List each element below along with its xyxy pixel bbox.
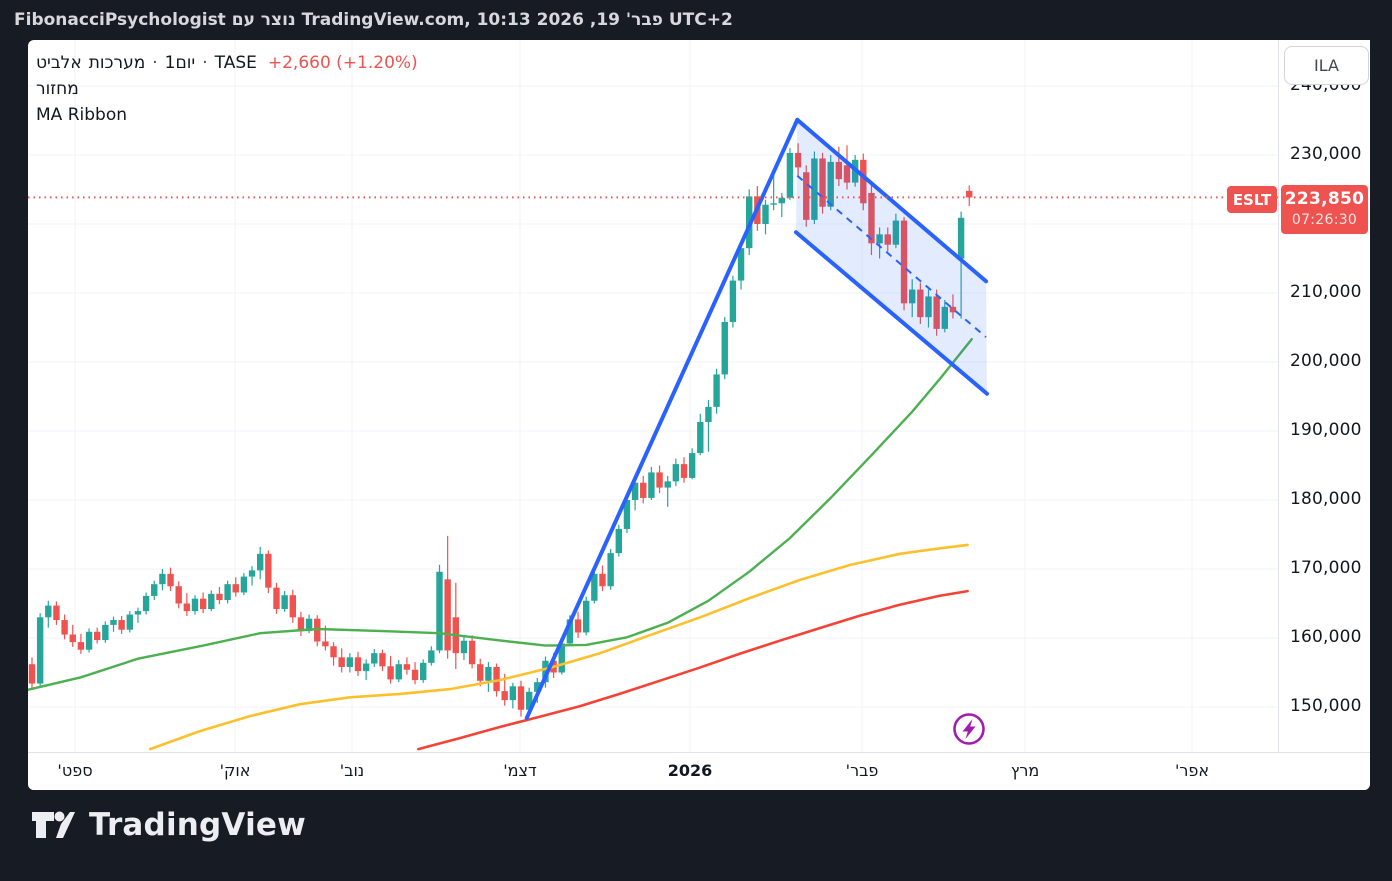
legend-separator: · — [202, 53, 208, 73]
price-axis-label: 200,000 — [1290, 351, 1362, 371]
ma-ribbon-lines[interactable] — [28, 338, 973, 751]
ma-line-slow_red — [416, 589, 969, 751]
interval-label: 1יום — [164, 53, 196, 73]
ma-line-fast_green — [28, 338, 973, 691]
price-axis-label: 150,000 — [1290, 696, 1362, 716]
price-axis-label: 190,000 — [1290, 420, 1362, 440]
price-axis-label: 170,000 — [1290, 558, 1362, 578]
title-site-time: TradingView.com, 10:13 — [301, 10, 531, 30]
price-axis-label: 160,000 — [1290, 627, 1362, 647]
volume-indicator-row[interactable]: מחזור — [32, 76, 422, 102]
ma-ribbon-indicator-row[interactable]: MA Ribbon — [32, 102, 422, 128]
price-axis-label: 230,000 — [1290, 144, 1362, 164]
time-axis-label: אוק' — [219, 761, 251, 780]
time-axis-label: אפר' — [1174, 761, 1210, 780]
tradingview-wordmark: TradingView — [89, 807, 306, 843]
title-username: FibonacciPsychologist — [14, 10, 226, 30]
trend-drawings[interactable] — [524, 117, 990, 721]
footer-bar: TradingView — [0, 790, 1392, 881]
currency-toggle-button[interactable]: ILA — [1284, 46, 1369, 85]
time-axis-label: מרץ — [1010, 761, 1040, 780]
chart-legend: אלביט מערכות · 1יום · TASE +2,660 (+1.20… — [32, 50, 422, 128]
time-axis[interactable]: ספט' אוק' נוב' דצמ' 2026 פבר' מרץ אפר' — [28, 752, 1370, 790]
chart-card: אלביט מערכות · 1יום · TASE +2,660 (+1.20… — [28, 40, 1370, 790]
title-created-with: נוצר עם — [231, 10, 296, 30]
time-axis-label: נוב' — [339, 761, 365, 780]
last-price-label: 223,850 07:26:30 — [1281, 185, 1368, 234]
symbol-price-chip: ESLT — [1227, 186, 1277, 213]
last-price-value: 223,850 — [1284, 189, 1365, 209]
tradingview-logo-icon — [32, 811, 75, 838]
price-axis[interactable]: 240,000 230,000 210,000 200,000 190,000 180,0… — [1278, 40, 1370, 752]
rally-trendline — [524, 117, 800, 721]
volume-label: מחזור — [36, 79, 79, 99]
price-axis-label: 180,000 — [1290, 489, 1362, 509]
grid-lines — [28, 40, 1278, 752]
bar-countdown: 07:26:30 — [1291, 212, 1358, 228]
price-change-text: +2,660 (+1.20%) — [267, 53, 418, 73]
tradingview-logo-link[interactable]: TradingView — [30, 804, 306, 846]
time-axis-label: פבר' — [845, 761, 879, 780]
time-axis-label: 2026 — [667, 761, 713, 780]
exchange-label: TASE — [214, 53, 257, 73]
title-timezone: UTC+2 — [668, 10, 733, 30]
price-axis-label: 210,000 — [1290, 282, 1362, 302]
symbol-name-word2: מערכות — [88, 53, 146, 73]
chart-canvas[interactable] — [28, 40, 1278, 752]
screenshot-title-bar: FibonacciPsychologist נוצר עם TradingVie… — [0, 0, 1392, 40]
time-axis-label: ספט' — [57, 761, 93, 780]
symbol-legend-row[interactable]: אלביט מערכות · 1יום · TASE +2,660 (+1.20… — [32, 50, 422, 76]
title-month: פבר' — [625, 10, 663, 30]
legend-separator: · — [152, 53, 158, 73]
flash-badge-icon[interactable] — [953, 713, 985, 745]
ma-ribbon-label: MA Ribbon — [36, 105, 127, 125]
title-date: 2026 ,19 — [536, 10, 620, 30]
time-axis-label: דצמ' — [503, 761, 537, 780]
symbol-name-word1: אלביט — [36, 53, 82, 73]
